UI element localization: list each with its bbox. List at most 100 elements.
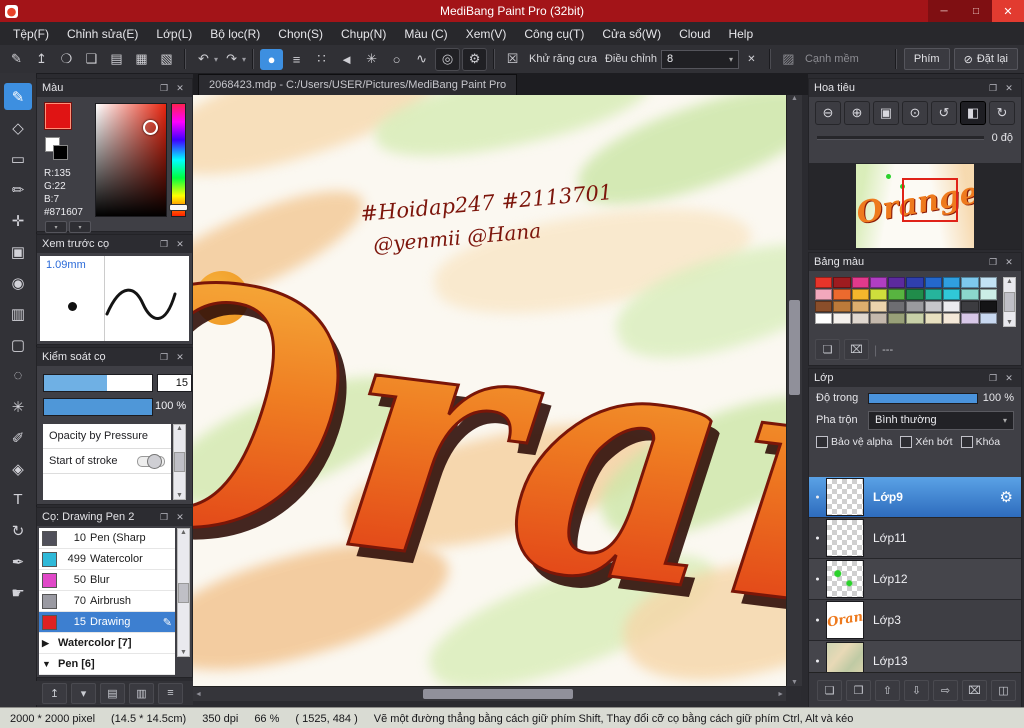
layer-visible-icon[interactable]: ● [809, 494, 826, 501]
palette-swatch[interactable] [851, 289, 869, 300]
scroll-down-icon[interactable]: ▼ [791, 679, 798, 686]
color-cursor[interactable] [143, 120, 158, 135]
marquee-select-tool[interactable]: ▢ [4, 331, 32, 358]
scroll-thumb[interactable] [178, 582, 189, 603]
alpha-protect-checkbox[interactable]: Bảo vệ alpha [816, 436, 892, 448]
select-pen-tool[interactable]: ✐ [4, 424, 32, 451]
layer-visible-icon[interactable]: ● [809, 617, 826, 624]
menu-item-2[interactable]: Lớp(L) [147, 27, 201, 41]
menu-item-0[interactable]: Tệp(F) [4, 27, 58, 41]
snap-curve-icon[interactable]: ∿ [410, 49, 433, 70]
palette-swatch[interactable] [961, 277, 979, 288]
clear-adjust-icon[interactable]: ✕ [740, 49, 763, 70]
reset-button[interactable]: ⊘ Đặt lại [953, 48, 1018, 70]
palette-swatch[interactable] [961, 301, 979, 312]
palette-swatch[interactable] [833, 277, 851, 288]
delete-color-icon[interactable]: ⌧ [844, 339, 869, 360]
menu-item-3[interactable]: Bộ lọc(R) [201, 27, 269, 41]
layer-row[interactable]: ● Lớp13 [809, 641, 1021, 673]
save-icon[interactable]: ✎ [5, 49, 28, 70]
panel-close-icon[interactable]: ✕ [1002, 257, 1016, 268]
snap-settings-icon[interactable]: ◎ [435, 47, 461, 71]
scrollbar[interactable]: ▲ ▼ [1003, 277, 1016, 327]
duplicate-layer-icon[interactable]: ◫ [991, 679, 1016, 701]
eraser-tool[interactable]: ◇ [4, 114, 32, 141]
panel-popout-icon[interactable]: ❐ [986, 257, 1000, 268]
panel-popout-icon[interactable]: ❐ [157, 83, 171, 94]
panel-close-icon[interactable]: ✕ [173, 512, 187, 523]
layer-visible-icon[interactable]: ● [809, 658, 826, 665]
brush-list-view-icon[interactable]: ▥ [129, 682, 154, 704]
menu-item-7[interactable]: Xem(V) [457, 27, 516, 41]
close-button[interactable]: ✕ [992, 0, 1024, 22]
canvas[interactable]: Orange Orange #Hoidap247 #2113701 @yenmi… [193, 95, 786, 686]
scrollbar[interactable]: ▲ ▼ [177, 528, 190, 657]
palette-swatch[interactable] [888, 289, 906, 300]
brush-settings-icon[interactable]: ≡ [158, 682, 183, 704]
move-tool[interactable]: ✛ [4, 207, 32, 234]
scroll-up-icon[interactable]: ▲ [180, 529, 187, 536]
palette-swatch[interactable] [943, 301, 961, 312]
rotate-cw-icon[interactable]: ↻ [989, 101, 1015, 125]
snap-vanish-icon[interactable]: ◄ [335, 49, 358, 70]
gradient-tool[interactable]: ▥ [4, 300, 32, 327]
panel-popout-icon[interactable]: ❐ [157, 239, 171, 250]
palette-swatch[interactable] [851, 277, 869, 288]
brush-size-value[interactable]: 15 [157, 374, 192, 392]
brush-row[interactable]: 50 Blur [39, 570, 175, 591]
navigator-viewport-rect[interactable] [902, 178, 958, 222]
brush-row[interactable]: 70 Airbrush [39, 591, 175, 612]
menu-item-4[interactable]: Chọn(S) [269, 27, 332, 41]
palette-swatch[interactable] [906, 289, 924, 300]
pencil-tool[interactable]: ✏ [4, 176, 32, 203]
palette-swatch[interactable] [869, 277, 888, 288]
hue-handle[interactable] [169, 204, 188, 211]
brush-opacity-slider[interactable] [43, 398, 153, 416]
material-panel-icon[interactable]: ▤ [105, 49, 128, 70]
brush-size-slider[interactable] [43, 374, 153, 392]
layer-down-icon[interactable]: ⇩ [904, 679, 929, 701]
palette-swatch[interactable] [815, 301, 833, 312]
fill-rect-tool[interactable]: ▣ [4, 238, 32, 265]
upload-brush-icon[interactable]: ↥ [42, 682, 67, 704]
rotate-ccw-icon[interactable]: ↺ [931, 101, 957, 125]
scrollbar[interactable]: ▲ ▼ [173, 424, 186, 500]
scroll-down-icon[interactable]: ▼ [180, 649, 187, 656]
navigator-thumbnail[interactable]: Orange [856, 164, 974, 248]
scroll-thumb[interactable] [174, 452, 185, 472]
clipping-checkbox[interactable]: Xén bớt [900, 436, 953, 448]
layer-up-icon[interactable]: ⇧ [875, 679, 900, 701]
add-folder-icon[interactable]: ❒ [846, 679, 871, 701]
panel-popout-icon[interactable]: ❐ [986, 373, 1000, 384]
color-option-button[interactable]: ▾ [69, 221, 91, 233]
magic-wand-tool[interactable]: ✳ [4, 393, 32, 420]
scroll-down-icon[interactable]: ▼ [176, 492, 183, 499]
menu-item-11[interactable]: Help [719, 27, 762, 41]
palette-swatch[interactable] [851, 301, 869, 312]
palette-swatch[interactable] [906, 277, 924, 288]
undo-history-arrow-icon[interactable]: ▾ [214, 55, 218, 64]
layer-opacity-slider[interactable] [868, 392, 978, 404]
snap-circle-icon[interactable]: ○ [385, 49, 408, 70]
palette-swatch[interactable] [815, 289, 833, 300]
palette-swatch[interactable] [979, 313, 997, 324]
settings-gear-icon[interactable]: ⚙ [462, 47, 488, 71]
merge-layer-icon[interactable]: ⇨ [933, 679, 958, 701]
panel-close-icon[interactable]: ✕ [173, 83, 187, 94]
group-arrow-icon[interactable]: ▼ [42, 659, 52, 669]
redo-history-arrow-icon[interactable]: ▾ [242, 55, 246, 64]
layer-row[interactable]: ● Orange Lớp3 [809, 600, 1021, 641]
zoom-in-icon[interactable]: ⊕ [844, 101, 870, 125]
document-tab[interactable]: 2068423.mdp - C:/Users/USER/Pictures/Med… [198, 74, 518, 95]
panel-close-icon[interactable]: ✕ [1002, 83, 1016, 94]
foreground-color-swatch[interactable] [45, 103, 74, 132]
brush-menu-icon[interactable]: ▾ [71, 682, 96, 704]
palette-swatch[interactable] [851, 313, 869, 324]
palette-swatch[interactable] [924, 289, 943, 300]
flip-horizontal-icon[interactable]: ◧ [960, 101, 986, 125]
redo-icon[interactable]: ↷ [220, 49, 243, 70]
scroll-up-icon[interactable]: ▲ [791, 95, 798, 102]
antialias-checkbox[interactable]: ☒ [501, 49, 524, 70]
palette-swatch[interactable] [815, 277, 833, 288]
edit-brush-icon[interactable]: ✎ [163, 616, 172, 629]
